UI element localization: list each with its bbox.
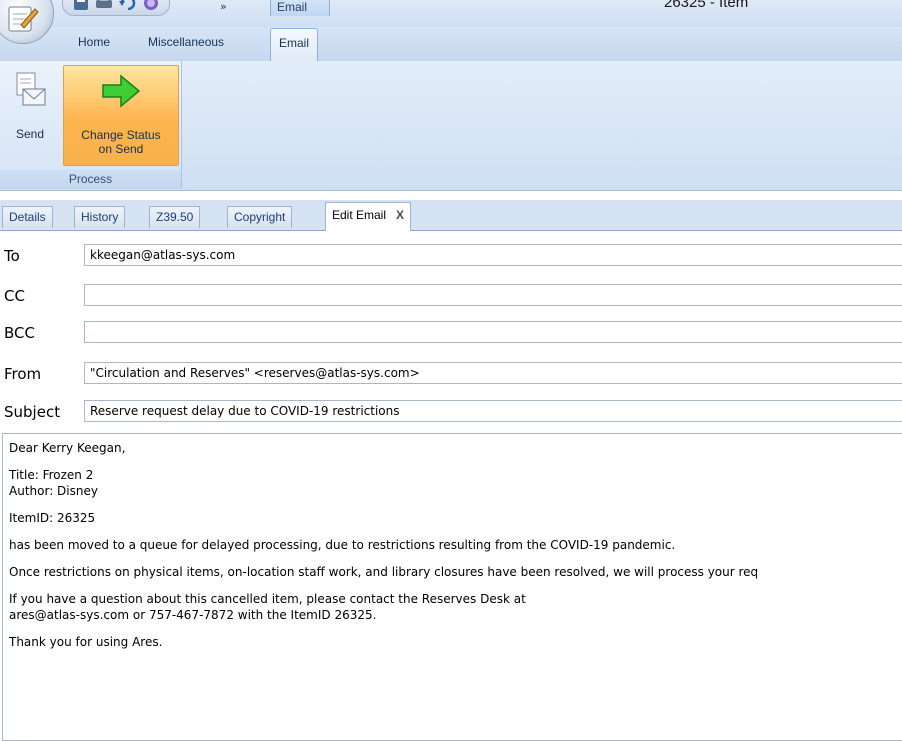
title-bar: » Email 26325 - Item (0, 0, 902, 44)
document-tab-strip: Details History Z39.50 Copyright Edit Em… (0, 200, 902, 231)
to-label: To (4, 247, 20, 265)
help-icon[interactable] (143, 0, 159, 13)
tab-edit-email[interactable]: Edit Email X (325, 202, 412, 231)
tab-edit-email-label: Edit Email (332, 208, 387, 222)
bcc-label: BCC (4, 324, 35, 342)
close-tab-icon[interactable]: X (396, 208, 404, 222)
ribbon: Send Change Status on Send Process (0, 61, 902, 191)
print-icon[interactable] (95, 0, 113, 13)
to-field[interactable]: kkeegan@atlas-sys.com (84, 244, 902, 266)
tab-copyright[interactable]: Copyright (227, 206, 293, 228)
body-paragraph-3-line-1: If you have a question about this cancel… (9, 592, 526, 606)
change-status-on-send-button[interactable]: Change Status on Send (63, 65, 179, 166)
cc-field[interactable] (84, 284, 902, 306)
tab-details[interactable]: Details (2, 206, 53, 228)
change-status-label-line2: on Send (98, 142, 144, 156)
window-title: 26325 - Item (664, 0, 749, 11)
tab-home[interactable]: Home (78, 35, 110, 49)
from-label: From (4, 365, 42, 383)
tab-email[interactable]: Email (270, 28, 319, 62)
change-status-label-line1: Change Status (81, 128, 161, 142)
notepad-icon (8, 6, 39, 32)
send-button-label: Send (15, 127, 45, 141)
tab-z3950[interactable]: Z39.50 (149, 206, 201, 228)
subject-row: Subject Reserve request delay due to COV… (0, 393, 902, 429)
body-title-line: Title: Frozen 2 (9, 468, 94, 482)
save-icon[interactable] (73, 0, 89, 13)
tab-miscellaneous[interactable]: Miscellaneous (148, 35, 224, 49)
ribbon-group-label: Process (0, 170, 181, 189)
body-closing: Thank you for using Ares. (9, 635, 163, 649)
subject-label: Subject (4, 403, 61, 421)
body-paragraph-2: Once restrictions on physical items, on-… (9, 565, 759, 579)
from-row: From "Circulation and Reserves" <reserve… (0, 355, 902, 391)
bcc-row: BCC (0, 314, 902, 350)
tab-history[interactable]: History (74, 206, 126, 228)
from-field[interactable]: "Circulation and Reserves" <reserves@atl… (84, 362, 902, 384)
green-arrow-icon (102, 74, 141, 108)
body-author-line: Author: Disney (9, 484, 98, 498)
quick-access-more-button[interactable]: » (220, 0, 227, 13)
send-button[interactable]: Send (4, 65, 56, 149)
send-mail-icon (16, 72, 46, 106)
context-tab-title: Email (270, 0, 330, 16)
email-body-editor[interactable]: Dear Kerry Keegan, Title: Frozen 2 Autho… (2, 433, 902, 741)
subject-field[interactable]: Reserve request delay due to COVID-19 re… (84, 400, 902, 422)
body-paragraph-1: has been moved to a queue for delayed pr… (9, 538, 676, 552)
body-greeting: Dear Kerry Keegan, (9, 441, 126, 455)
ribbon-group-process: Send Change Status on Send Process (0, 61, 182, 189)
body-paragraph-3-line-2: ares@atlas-sys.com or 757-467-7872 with … (9, 608, 377, 622)
bcc-field[interactable] (84, 321, 902, 343)
ribbon-tab-strip: Home Miscellaneous Email (0, 27, 902, 62)
undo-icon[interactable] (119, 0, 137, 13)
to-row: To kkeegan@atlas-sys.com (0, 237, 902, 273)
cc-row: CC (0, 277, 902, 313)
body-item-line: ItemID: 26325 (9, 511, 96, 525)
quick-access-toolbar (62, 0, 170, 16)
cc-label: CC (4, 287, 25, 305)
